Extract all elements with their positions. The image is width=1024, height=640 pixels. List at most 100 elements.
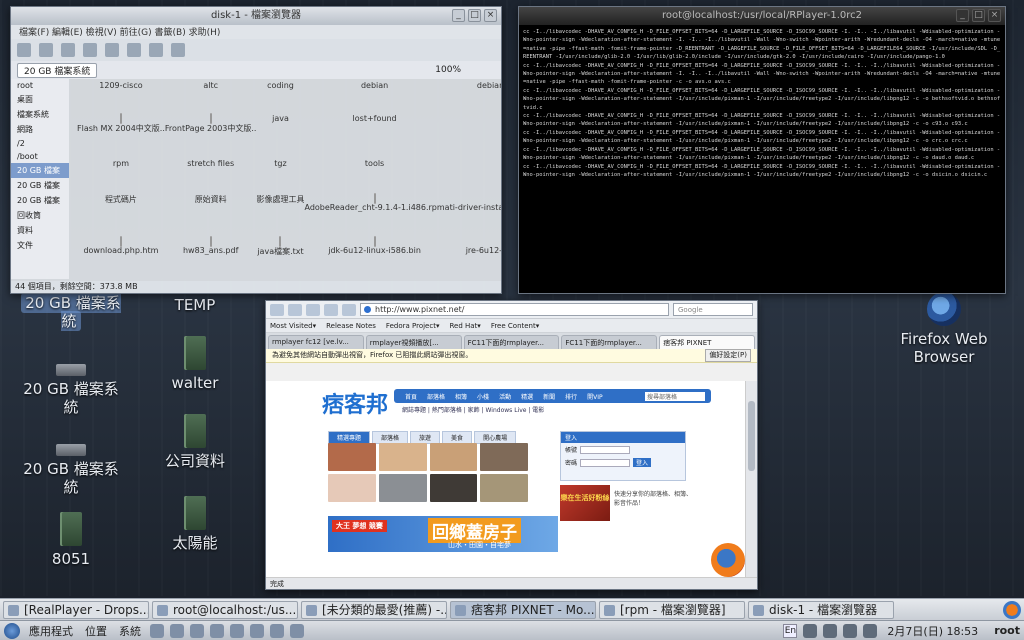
menu-applications[interactable]: 應用程式 (26, 623, 76, 639)
browser-tab[interactable]: rmplayer視頻播放[... (365, 335, 462, 349)
login-button[interactable]: 登入 (633, 458, 652, 467)
terminal-output[interactable]: cc -I../libavcodec -DHAVE_AV_CONFIG_H -D… (519, 25, 1005, 293)
computer-icon[interactable] (149, 43, 163, 57)
sidebar-item[interactable]: /boot (11, 150, 69, 163)
file-item[interactable]: java檔案.txt (256, 235, 304, 277)
network-icon[interactable] (823, 623, 838, 638)
sidebar-item[interactable]: 桌面 (11, 92, 69, 107)
vertical-scrollbar[interactable] (745, 381, 757, 577)
stop-icon[interactable] (324, 303, 338, 316)
ad-image[interactable]: 樂在生活好粉絲 (560, 485, 610, 521)
reload-icon[interactable] (105, 43, 119, 57)
file-item[interactable]: java (256, 114, 304, 154)
document-launcher-icon[interactable] (250, 623, 264, 638)
file-item[interactable]: FrontPage 2003中文版.. (165, 113, 256, 154)
window-titlebar[interactable]: disk-1 - 檔案瀏覽器 _ □ × (11, 7, 501, 25)
fedora-logo-icon[interactable] (4, 622, 20, 639)
window-titlebar[interactable]: root@localhost:/usr/local/RPlayer-1.0rc2… (519, 7, 1005, 25)
sidebar-item[interactable]: 20 GB 檔案 (11, 163, 69, 178)
photo-thumb[interactable] (328, 474, 376, 502)
sidebar-item[interactable]: 網路 (11, 122, 69, 137)
close-button[interactable]: × (988, 9, 1001, 22)
search-icon[interactable] (171, 43, 185, 57)
desktop-icon-solar[interactable]: 太陽能 (140, 496, 250, 552)
file-item[interactable]: 原始資料 (165, 194, 257, 232)
file-item[interactable]: debian guide pdf v0.1 (445, 81, 501, 110)
desktop-icon-drive-2[interactable]: 20 GB 檔案系統 (16, 346, 126, 416)
desktop-icon-drive-1[interactable]: 20 GB 檔案系統 (16, 293, 126, 331)
site-nav-item[interactable]: 相簿 (452, 391, 470, 402)
sidebar-item[interactable]: /2 (11, 137, 69, 150)
browser-tab[interactable]: FC11下面的rmplayer... (561, 335, 658, 349)
photo-thumb[interactable] (429, 443, 478, 471)
url-bar[interactable]: http://www.pixnet.net/ (360, 303, 669, 316)
menu-system[interactable]: 系統 (116, 623, 144, 639)
site-nav-item[interactable]: 活動 (496, 391, 514, 402)
network-launcher-icon[interactable] (210, 623, 224, 638)
menu-bar[interactable]: 檔案(F) 編輯(E) 檢視(V) 前往(G) 書籤(B) 求助(H) (11, 25, 501, 39)
file-item[interactable]: 程式碼片 (77, 194, 165, 232)
bookmark-item[interactable]: Fedora Project▾ (386, 322, 440, 330)
file-item[interactable]: MAC OS (445, 114, 501, 154)
sidebar-item[interactable]: 檔案系統 (11, 107, 69, 122)
home-icon[interactable] (127, 43, 141, 57)
file-item[interactable]: debian (304, 81, 444, 110)
maximize-button[interactable]: □ (468, 9, 481, 22)
sidebar-item[interactable]: 回收筒 (11, 208, 69, 223)
home-icon[interactable] (342, 303, 356, 316)
preferences-button[interactable]: 偏好設定(P) (705, 349, 751, 362)
photo-thumb[interactable] (378, 443, 427, 471)
sidebar-item[interactable]: 資料 (11, 223, 69, 238)
bookmark-item[interactable]: Free Content▾ (491, 322, 539, 330)
close-button[interactable]: × (484, 9, 497, 22)
file-item[interactable]: 二進位檔 (445, 159, 501, 190)
file-item[interactable]: stretch files (165, 159, 257, 190)
minimize-button[interactable]: _ (452, 9, 465, 22)
stop-icon[interactable] (83, 43, 97, 57)
site-search-input[interactable]: 搜尋部落格 (645, 391, 705, 401)
photo-thumb[interactable] (480, 443, 528, 471)
site-logo[interactable]: 痞客邦 (322, 387, 388, 419)
file-item[interactable]: tools (304, 159, 444, 190)
site-nav-item[interactable]: 新聞 (540, 391, 558, 402)
update-icon[interactable] (843, 623, 858, 638)
sidebar-item[interactable]: 20 GB 檔案 (11, 193, 69, 208)
taskbar-button[interactable]: 痞客邦 PIXNET - Mo... (450, 600, 596, 619)
browser-tab[interactable]: 痞客邦 PIXNET (659, 335, 755, 349)
terminal-launcher-icon[interactable] (150, 623, 164, 638)
file-item[interactable]: download.php.htm (77, 235, 165, 277)
desktop-icon-drive-3[interactable]: 20 GB 檔案系統 (16, 426, 126, 496)
sidebar-item[interactable]: 20 GB 檔案 (11, 178, 69, 193)
taskbar-button[interactable]: disk-1 - 檔案瀏覽器 (748, 600, 894, 619)
forward-icon[interactable] (288, 303, 302, 316)
minimize-button[interactable]: _ (956, 9, 969, 22)
site-nav-item[interactable]: 小棧 (474, 391, 492, 402)
firefox-launcher-icon[interactable] (1003, 600, 1021, 619)
input-method-indicator[interactable]: En (783, 623, 798, 638)
photo-thumb[interactable] (328, 443, 376, 471)
browser-tab[interactable]: rmplayer fc12 [ve.lv... (268, 335, 364, 349)
bluetooth-icon[interactable] (803, 623, 818, 638)
file-item[interactable]: Flash MX 2004中文版.. (77, 113, 165, 154)
desktop-icon-company-data[interactable]: 公司資料 (140, 414, 250, 470)
photo-thumb[interactable] (429, 474, 478, 502)
login-pw-field[interactable] (580, 458, 631, 467)
desktop-icon-walter[interactable]: walter (140, 336, 250, 392)
taskbar-button[interactable]: root@localhost:/us... (152, 600, 298, 619)
desktop-icon-8051[interactable]: 8051 (16, 512, 126, 568)
forward-icon[interactable] (39, 43, 53, 57)
virtualbox-launcher-icon[interactable] (230, 623, 244, 638)
sidebar-item[interactable]: 文件 (11, 238, 69, 253)
up-icon[interactable] (61, 43, 75, 57)
text-editor-launcher-icon[interactable] (170, 623, 184, 638)
settings-launcher-icon[interactable] (290, 623, 304, 638)
desktop-icon-firefox[interactable]: Firefox Web Browser (888, 292, 1000, 366)
file-item[interactable]: AdobeReader_cht-9.1.4-1.i486.rpm (304, 193, 445, 232)
file-item[interactable]: 1209-cisco (77, 81, 165, 110)
bookmark-item[interactable]: Most Visited▾ (270, 322, 316, 330)
file-item[interactable]: hw83_ans.pdf (165, 235, 257, 277)
login-id-field[interactable] (580, 445, 631, 454)
volume-icon[interactable] (863, 623, 878, 638)
user-menu[interactable]: root (988, 624, 1020, 637)
file-item[interactable]: lost+found (304, 114, 444, 154)
